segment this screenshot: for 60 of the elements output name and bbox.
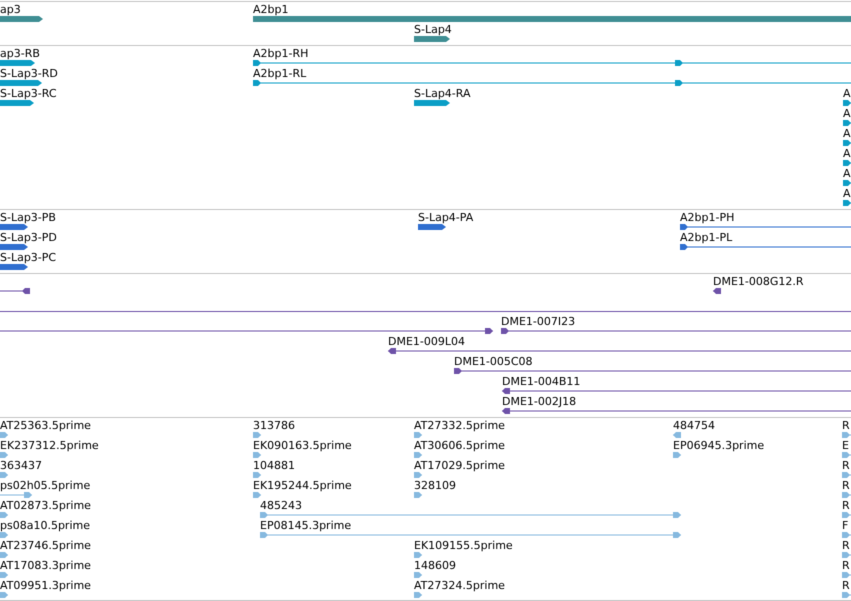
feature-label: S-Lap3-RC <box>0 87 57 100</box>
feature-label: S-Lap3-RD <box>0 67 58 80</box>
feature-label: S-Lap4-RA <box>414 87 470 100</box>
feature-label: AT25363.5prime <box>0 419 91 432</box>
feature-label: A <box>843 187 851 200</box>
feature-label: AT23746.5prime <box>0 539 91 552</box>
feature-label: A <box>843 127 851 140</box>
feature-label: R <box>842 479 850 492</box>
feature-label: A2bp1-RH <box>253 47 308 60</box>
feature-label: A <box>843 107 851 120</box>
feature-label: ps02h05.5prime <box>0 479 90 492</box>
feature-label: 148609 <box>414 559 456 572</box>
feature-label: AT27324.5prime <box>414 579 505 592</box>
feature-label: DME1-008G12.R <box>713 275 804 288</box>
feature-label: ps08a10.5prime <box>0 519 90 532</box>
feature-label: R <box>842 419 850 432</box>
feature-label: DME1-009L04 <box>388 335 465 348</box>
feature-label: F <box>842 519 848 532</box>
feature-label: ap3-RB <box>0 47 40 60</box>
feature-label: 485243 <box>260 499 302 512</box>
feature-label: EK237312.5prime <box>0 439 99 452</box>
feature-label: 484754 <box>673 419 715 432</box>
feature-label: ap3 <box>0 3 21 16</box>
feature-label: R <box>842 539 850 552</box>
feature-label: A2bp1-PH <box>680 211 734 224</box>
feature-label: 104881 <box>253 459 295 472</box>
feature-label: S-Lap3-PB <box>0 211 56 224</box>
feature-label: S-Lap4 <box>414 23 452 36</box>
feature-label: A <box>843 167 851 180</box>
feature-label: A <box>843 87 851 100</box>
feature-label: EK109155.5prime <box>414 539 513 552</box>
feature-label: AT27332.5prime <box>414 419 505 432</box>
feature-label: AT17083.3prime <box>0 559 91 572</box>
feature-label: EK195244.5prime <box>253 479 352 492</box>
feature-label: EP08145.3prime <box>260 519 352 532</box>
feature-label: AT17029.5prime <box>414 459 505 472</box>
feature-label: R <box>842 459 850 472</box>
feature-label: A2bp1 <box>253 3 288 16</box>
feature-label: R <box>842 499 850 512</box>
feature-label: EP06945.3prime <box>673 439 764 452</box>
feature-label: DME1-007I23 <box>501 315 576 328</box>
feature-label: S-Lap4-PA <box>418 211 474 224</box>
feature-label: DME1-002J18 <box>502 395 576 408</box>
feature-label: R <box>842 559 850 572</box>
feature-label: EK090163.5prime <box>253 439 352 452</box>
feature-label: AT30606.5prime <box>414 439 505 452</box>
feature-label: DME1-004B11 <box>502 375 580 388</box>
feature-label: 328109 <box>414 479 456 492</box>
feature-label: AT02873.5prime <box>0 499 91 512</box>
feature-label: E <box>842 439 849 452</box>
feature-label: A <box>843 147 851 160</box>
feature-label: DME1-005C08 <box>454 355 533 368</box>
feature-label: S-Lap3-PC <box>0 251 56 264</box>
feature-label: A2bp1-PL <box>680 231 732 244</box>
feature-label: S-Lap3-PD <box>0 231 57 244</box>
feature-label: A2bp1-RL <box>253 67 306 80</box>
feature-label: AT09951.3prime <box>0 579 91 592</box>
feature-label: 313786 <box>253 419 295 432</box>
feature-label: R <box>842 579 850 592</box>
feature-label: 363437 <box>0 459 42 472</box>
